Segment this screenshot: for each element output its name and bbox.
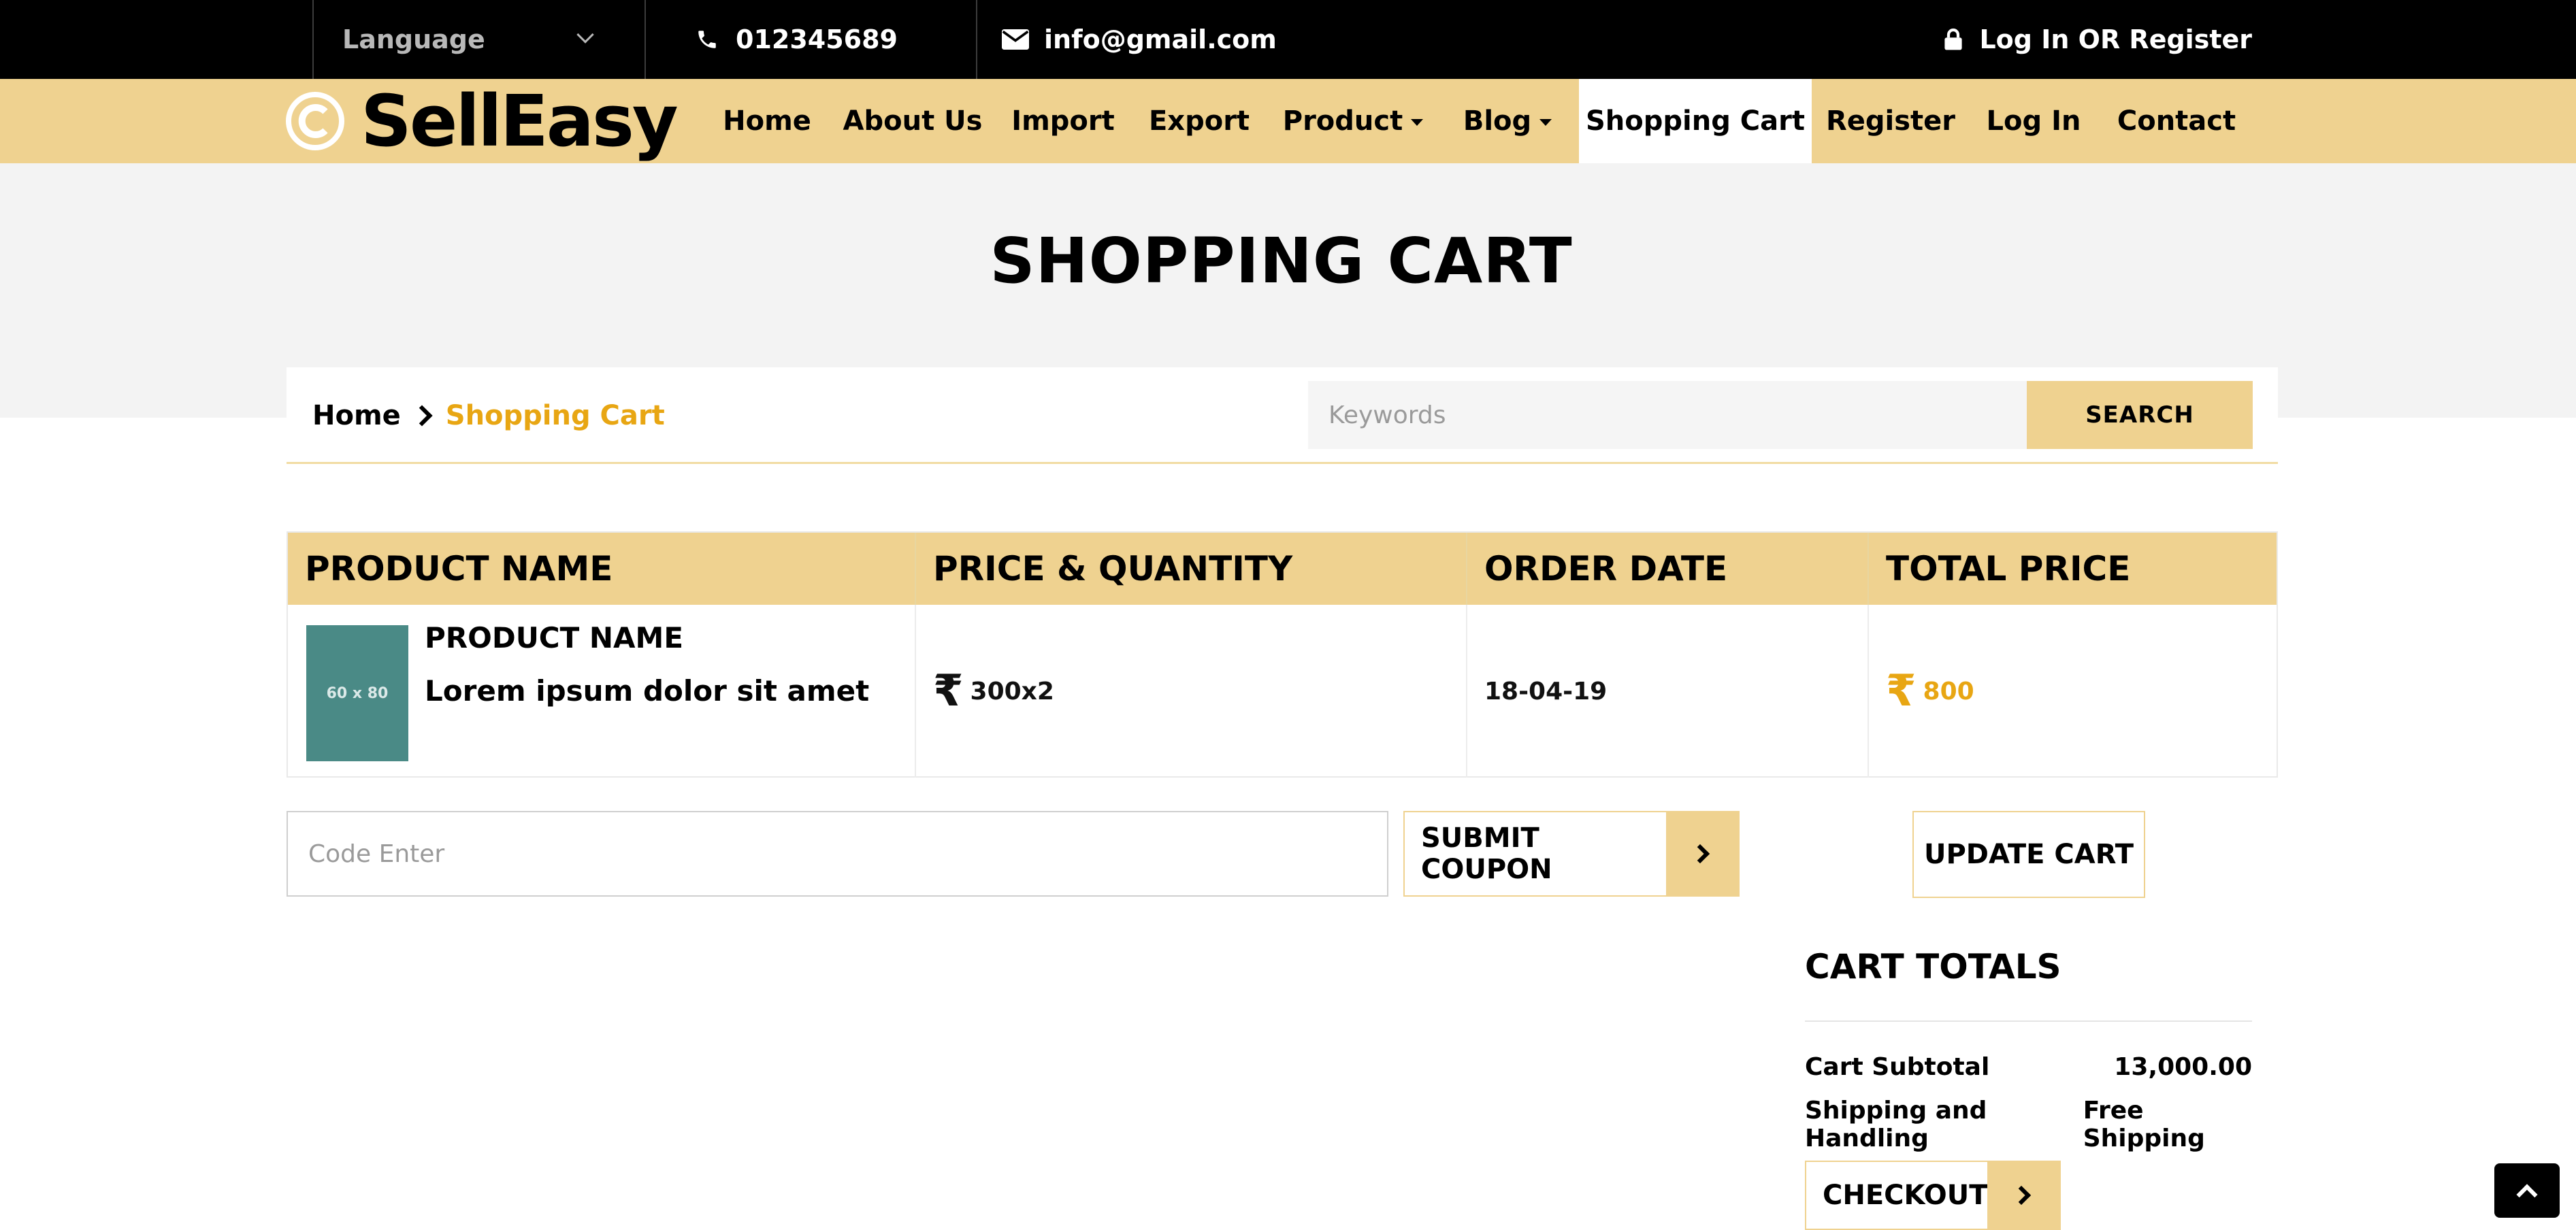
header-total-price: TOTAL PRICE bbox=[1886, 549, 2131, 588]
coupon-code-input[interactable] bbox=[287, 811, 1388, 897]
email-contact[interactable]: info@gmail.com bbox=[977, 0, 1386, 79]
cart-totals-title: CART TOTALS bbox=[1805, 947, 2061, 986]
language-label: Language bbox=[342, 24, 485, 54]
site-logo[interactable]: SellEasy bbox=[284, 79, 679, 163]
subtotal-value: 13,000.00 bbox=[2114, 1053, 2252, 1081]
nav-contact[interactable]: Contact bbox=[2110, 79, 2243, 163]
language-select[interactable]: Language bbox=[312, 0, 646, 79]
chevron-right-icon bbox=[2012, 1185, 2032, 1206]
envelope-icon bbox=[1002, 26, 1029, 53]
chevron-down-icon bbox=[576, 26, 594, 44]
nav-contact-label: Contact bbox=[2117, 105, 2236, 137]
nav-home[interactable]: Home bbox=[712, 79, 822, 163]
search-input[interactable] bbox=[1308, 381, 2027, 449]
total-price-cell: ₹ 800 bbox=[1869, 605, 2277, 778]
subtotal-row: Cart Subtotal 13,000.00 bbox=[1805, 1053, 2252, 1081]
cart-table: PRODUCT NAME PRICE & QUANTITY ORDER DATE… bbox=[287, 531, 2278, 778]
chevron-right-icon bbox=[1690, 844, 1710, 864]
caret-down-icon bbox=[1539, 119, 1552, 126]
checkout-button[interactable]: CHECKOUT bbox=[1805, 1161, 2061, 1230]
price-quantity-cell: ₹ 300x2 bbox=[916, 605, 1467, 778]
caret-down-icon bbox=[1411, 119, 1424, 126]
nav-product-label: Product bbox=[1282, 105, 1403, 137]
nav-register-label: Register bbox=[1825, 105, 1956, 137]
phone-icon bbox=[694, 26, 721, 53]
nav-shopping-cart-label: Shopping Cart bbox=[1586, 105, 1805, 137]
chevron-up-icon bbox=[2516, 1184, 2538, 1206]
nav-blog[interactable]: Blog bbox=[1450, 79, 1565, 163]
product-name[interactable]: PRODUCT NAME bbox=[425, 621, 683, 654]
logo-text: SellEasy bbox=[361, 80, 679, 163]
nav-log-in-label: Log In bbox=[1986, 105, 2081, 137]
checkout-label: CHECKOUT bbox=[1823, 1180, 1988, 1211]
arrow-box bbox=[1987, 1162, 2059, 1229]
top-bar: Language 012345689 info@gmail.com Log In… bbox=[0, 0, 2576, 79]
nav-product[interactable]: Product bbox=[1278, 79, 1428, 163]
nav-about-us-label: About Us bbox=[843, 105, 983, 137]
page-title: SHOPPING CART bbox=[990, 225, 1573, 297]
nav-import[interactable]: Import bbox=[1007, 79, 1119, 163]
nav-blog-label: Blog bbox=[1463, 105, 1532, 137]
rupee-icon: ₹ bbox=[1886, 666, 1917, 716]
nav-log-in[interactable]: Log In bbox=[1982, 79, 2085, 163]
breadcrumb-home-link[interactable]: Home bbox=[312, 400, 401, 431]
order-date-cell: 18-04-19 bbox=[1467, 605, 1869, 778]
nav-home-label: Home bbox=[723, 105, 811, 137]
search-button[interactable]: SEARCH bbox=[2027, 381, 2253, 449]
thumbnail-label: 60 x 80 bbox=[326, 684, 389, 702]
nav-shopping-cart[interactable]: Shopping Cart bbox=[1579, 79, 1812, 163]
order-date-value: 18-04-19 bbox=[1484, 677, 1608, 705]
nav-export-label: Export bbox=[1148, 105, 1250, 137]
header-product-name: PRODUCT NAME bbox=[288, 533, 916, 605]
nav-export[interactable]: Export bbox=[1138, 79, 1260, 163]
login-register-link[interactable]: Log In OR Register bbox=[1940, 0, 2252, 79]
header-price-quantity: PRICE & QUANTITY bbox=[916, 533, 1467, 605]
phone-number: 012345689 bbox=[736, 24, 898, 54]
divider bbox=[1805, 1020, 2252, 1022]
breadcrumb-current: Shopping Cart bbox=[445, 400, 665, 431]
email-address: info@gmail.com bbox=[1044, 24, 1277, 54]
nav-register[interactable]: Register bbox=[1823, 79, 1959, 163]
lock-icon bbox=[1940, 26, 1967, 53]
product-thumbnail[interactable]: 60 x 80 bbox=[306, 625, 408, 761]
arrow-box bbox=[1666, 812, 1738, 895]
header-order-date: ORDER DATE bbox=[1467, 533, 1869, 605]
chevron-right-icon bbox=[411, 405, 433, 427]
total-price-value: 800 bbox=[1923, 677, 1974, 705]
subtotal-label: Cart Subtotal bbox=[1805, 1053, 1990, 1081]
price-quantity-value: 300x2 bbox=[970, 677, 1054, 705]
submit-coupon-button[interactable]: SUBMIT COUPON bbox=[1403, 811, 1740, 897]
submit-coupon-label: SUBMIT COUPON bbox=[1421, 822, 1552, 885]
login-register-label: Log In OR Register bbox=[1979, 24, 2252, 54]
back-to-top-button[interactable] bbox=[2494, 1163, 2560, 1218]
product-description: Lorem ipsum dolor sit amet bbox=[425, 674, 870, 708]
shipping-label: Shipping and Handling bbox=[1805, 1097, 1987, 1152]
shipping-row: Shipping and Handling Free Shipping bbox=[1805, 1097, 2252, 1152]
shipping-value: Free Shipping bbox=[2083, 1097, 2205, 1152]
copyright-circle-icon bbox=[284, 90, 346, 152]
phone-contact[interactable]: 012345689 bbox=[646, 0, 977, 79]
update-cart-button[interactable]: UPDATE CART bbox=[1912, 811, 2145, 898]
nav-about-us[interactable]: About Us bbox=[837, 79, 988, 163]
nav-import-label: Import bbox=[1011, 105, 1115, 137]
rupee-icon: ₹ bbox=[933, 666, 964, 716]
breadcrumb: Home Shopping Cart bbox=[312, 397, 665, 434]
